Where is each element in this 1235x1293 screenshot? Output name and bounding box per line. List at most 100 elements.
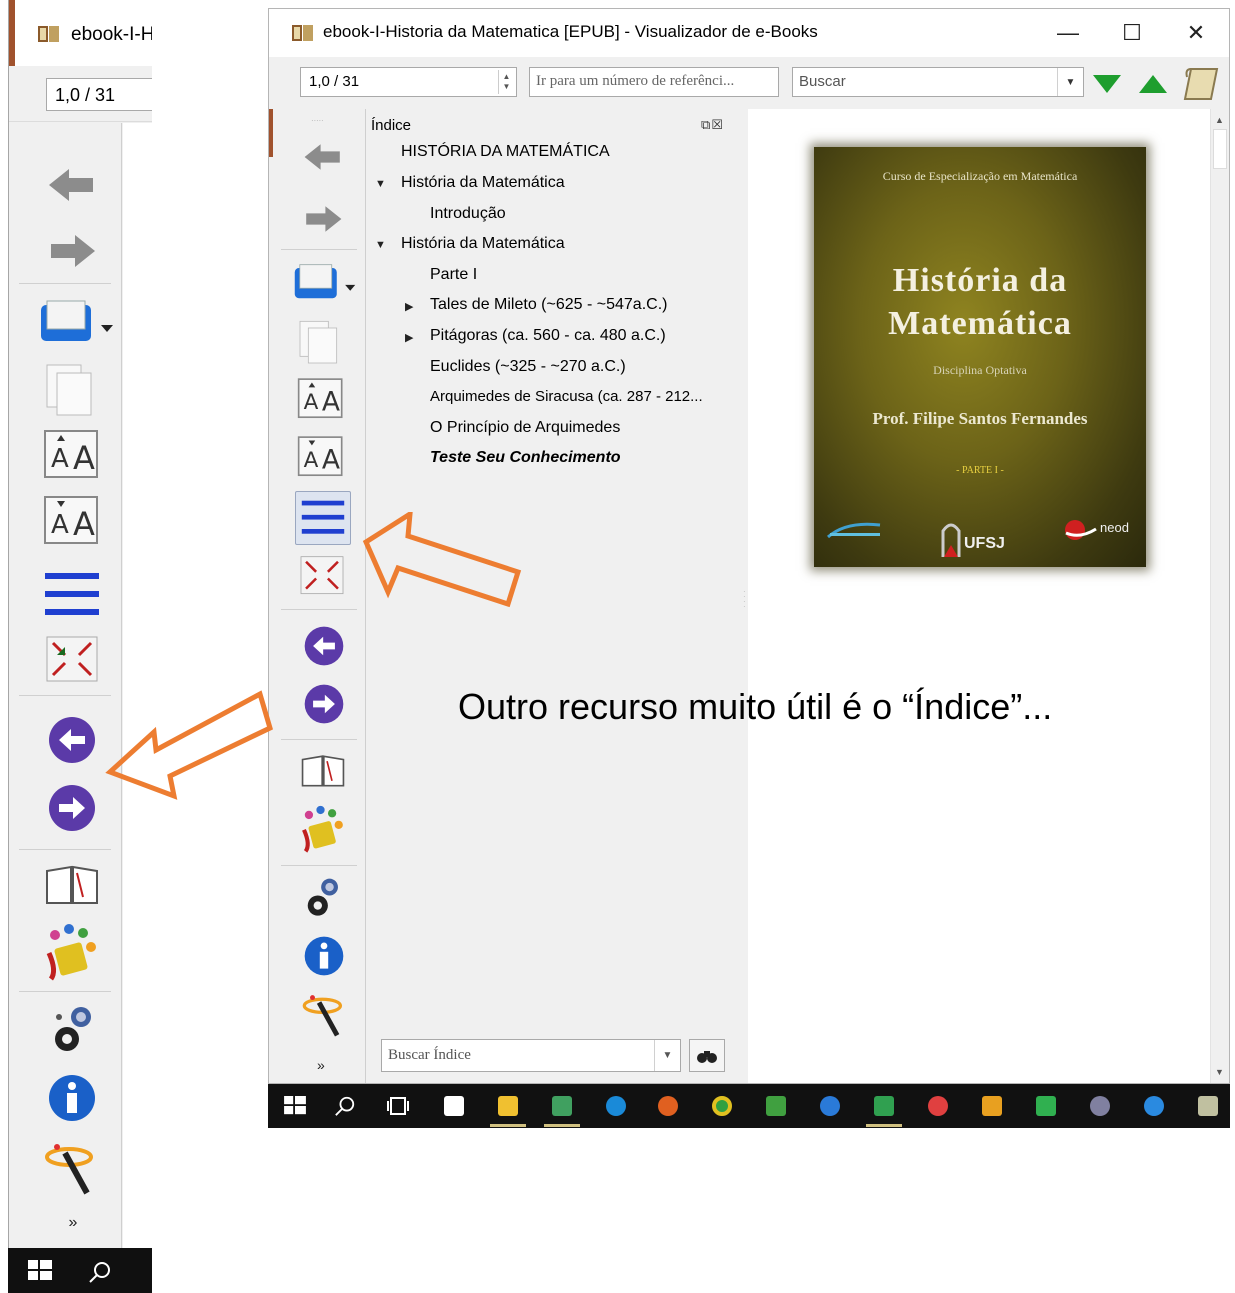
next-page-icon[interactable] bbox=[47, 783, 97, 833]
main-sidebar-toolbar: ∙∙∙∙∙ AA AA » bbox=[273, 109, 366, 1083]
taskbar-search-icon[interactable] bbox=[334, 1095, 356, 1117]
chrome-icon[interactable] bbox=[712, 1096, 732, 1116]
cover-title: História da Matemática bbox=[814, 259, 1146, 345]
search-previous-icon[interactable] bbox=[1137, 73, 1169, 95]
copy-icon[interactable] bbox=[41, 363, 101, 419]
skype-icon[interactable] bbox=[606, 1096, 626, 1116]
cover-ufsj-text: UFSJ bbox=[964, 535, 1005, 552]
taskbar-search-icon[interactable] bbox=[88, 1260, 112, 1284]
font-increase-icon[interactable]: AA bbox=[43, 429, 101, 481]
evernote-icon[interactable] bbox=[766, 1096, 786, 1116]
bookmark-book-icon[interactable] bbox=[43, 863, 101, 907]
magic-wand-icon[interactable] bbox=[43, 1137, 99, 1197]
scroll-thumb[interactable] bbox=[1213, 129, 1227, 169]
svg-text:A: A bbox=[73, 505, 95, 543]
file-explorer-icon[interactable] bbox=[498, 1096, 518, 1116]
settings-gear-icon[interactable] bbox=[47, 1003, 97, 1057]
search-input[interactable]: Buscar ▼ bbox=[792, 67, 1084, 97]
print-icon[interactable] bbox=[37, 299, 117, 349]
toc-item[interactable]: Introdução bbox=[430, 205, 506, 223]
previous-page-icon[interactable] bbox=[47, 715, 97, 765]
previous-page-icon[interactable] bbox=[303, 625, 345, 667]
bookmark-book-icon[interactable] bbox=[299, 753, 347, 789]
search-next-icon[interactable] bbox=[1091, 73, 1123, 95]
font-decrease-icon[interactable]: AA bbox=[43, 495, 101, 547]
tray-app-icon[interactable] bbox=[1198, 1096, 1218, 1116]
scroll-down-icon[interactable]: ▼ bbox=[1215, 1067, 1224, 1077]
ebook-app-icon bbox=[38, 26, 59, 42]
back-arrow-icon[interactable] bbox=[303, 141, 343, 173]
left-title-bar: ebook-I-Historia da Matematica [EPUB] - … bbox=[9, 0, 152, 66]
theme-paint-icon[interactable] bbox=[299, 805, 347, 853]
robot-app-icon[interactable] bbox=[1090, 1096, 1110, 1116]
toc-item-selected[interactable]: Teste Seu Conhecimento bbox=[430, 449, 621, 467]
media-app-icon[interactable] bbox=[928, 1096, 948, 1116]
toc-item[interactable]: História da Matemática bbox=[401, 235, 565, 253]
toc-item[interactable]: O Princípio de Arquimedes bbox=[430, 419, 620, 437]
toc-item[interactable]: Pitágoras (ca. 560 - ca. 480 a.C.) bbox=[430, 327, 666, 345]
windows-start-icon[interactable] bbox=[284, 1096, 306, 1116]
scroll-up-icon[interactable]: ▲ bbox=[1215, 115, 1224, 125]
font-increase-icon[interactable]: AA bbox=[297, 377, 345, 421]
globe-app-icon[interactable] bbox=[1144, 1096, 1164, 1116]
search-placeholder: Buscar bbox=[799, 73, 846, 90]
book-content-area: Curso de Especialização em Matemática Hi… bbox=[748, 109, 1210, 1083]
windows-start-icon[interactable] bbox=[28, 1260, 52, 1282]
folder-app-icon[interactable] bbox=[552, 1096, 572, 1116]
more-chevron-icon[interactable]: » bbox=[65, 1213, 81, 1233]
maximize-button[interactable]: ☐ bbox=[1105, 15, 1159, 51]
green-app-icon[interactable] bbox=[1036, 1096, 1056, 1116]
fullscreen-icon[interactable] bbox=[45, 635, 99, 685]
network-app-icon[interactable] bbox=[820, 1096, 840, 1116]
store-icon[interactable] bbox=[444, 1096, 464, 1116]
taskbar bbox=[268, 1084, 1230, 1128]
reference-input[interactable]: Ir para um número de referênci... bbox=[529, 67, 779, 97]
forward-arrow-icon[interactable] bbox=[303, 203, 343, 235]
task-view-icon[interactable] bbox=[386, 1096, 410, 1116]
collapse-arrow-icon[interactable]: ▼ bbox=[375, 178, 386, 190]
table-of-contents-icon[interactable] bbox=[43, 567, 101, 623]
firefox-icon[interactable] bbox=[658, 1096, 678, 1116]
info-icon[interactable] bbox=[303, 935, 345, 977]
print-icon[interactable] bbox=[291, 263, 359, 305]
excel-like-icon[interactable] bbox=[874, 1096, 894, 1116]
toc-item[interactable]: Euclides (~325 - ~270 a.C.) bbox=[430, 358, 626, 376]
scroll-icon[interactable] bbox=[1183, 63, 1223, 103]
toc-find-button[interactable] bbox=[689, 1039, 725, 1072]
collapse-arrow-icon[interactable]: ▼ bbox=[375, 239, 386, 251]
toc-item[interactable]: Tales de Mileto (~625 - ~547a.C.) bbox=[430, 296, 667, 314]
toc-item[interactable]: História da Matemática bbox=[401, 174, 565, 192]
copy-icon[interactable] bbox=[295, 319, 345, 367]
cover-title-line2: Matemática bbox=[888, 305, 1072, 342]
toc-item[interactable]: Parte I bbox=[430, 266, 477, 284]
font-decrease-icon[interactable]: AA bbox=[297, 435, 345, 479]
toc-item[interactable]: HISTÓRIA DA MATEMÁTICA bbox=[401, 143, 610, 161]
expand-arrow-icon[interactable]: ▶ bbox=[405, 331, 413, 344]
toc-search-dropdown-icon[interactable]: ▼ bbox=[654, 1040, 680, 1071]
vlc-icon[interactable] bbox=[982, 1096, 1002, 1116]
svg-text:A: A bbox=[322, 387, 340, 418]
settings-gear-icon[interactable] bbox=[301, 875, 343, 921]
left-toolbar: 1,0 / 31 bbox=[9, 66, 152, 122]
info-icon[interactable] bbox=[47, 1073, 97, 1123]
more-chevron-icon[interactable]: » bbox=[317, 1057, 325, 1073]
page-number-input[interactable]: 1,0 / 31 ▲ ▼ bbox=[300, 67, 517, 97]
vertical-scrollbar[interactable]: ▲ ▼ bbox=[1210, 109, 1229, 1083]
fullscreen-icon[interactable] bbox=[299, 555, 345, 597]
theme-paint-icon[interactable] bbox=[43, 923, 101, 981]
table-of-contents-button[interactable] bbox=[295, 491, 351, 545]
toc-search-input[interactable]: Buscar Índice ▼ bbox=[381, 1039, 681, 1072]
svg-text:A: A bbox=[51, 510, 69, 540]
minimize-button[interactable]: — bbox=[1041, 15, 1095, 51]
next-page-icon[interactable] bbox=[303, 683, 345, 725]
toc-panel-controls[interactable]: ⧉☒ bbox=[701, 117, 724, 133]
toc-item[interactable]: Arquimedes de Siracusa (ca. 287 - 212... bbox=[430, 388, 703, 405]
forward-arrow-icon[interactable] bbox=[47, 231, 97, 271]
search-dropdown-icon[interactable]: ▼ bbox=[1057, 68, 1083, 96]
close-button[interactable]: ✕ bbox=[1169, 15, 1223, 51]
page-spinner-icon[interactable]: ▲ ▼ bbox=[498, 70, 514, 94]
expand-arrow-icon[interactable]: ▶ bbox=[405, 300, 413, 313]
back-arrow-icon[interactable] bbox=[47, 165, 97, 205]
left-page-input[interactable]: 1,0 / 31 bbox=[46, 78, 152, 111]
magic-wand-icon[interactable] bbox=[301, 989, 347, 1039]
